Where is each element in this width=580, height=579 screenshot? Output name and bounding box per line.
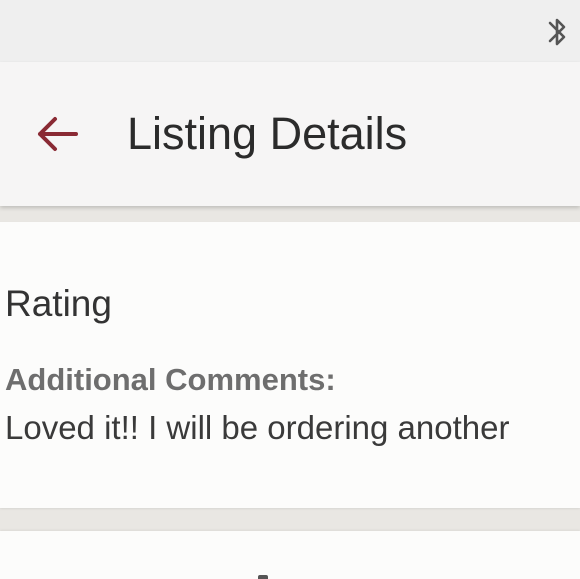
next-card (0, 531, 580, 579)
review-card: Rating Additional Comments: Loved it!! I… (0, 222, 580, 508)
comments-heading: Additional Comments: (5, 362, 336, 397)
arrow-left-icon (28, 108, 88, 160)
rating-label: Rating (5, 283, 112, 324)
partial-glyph (258, 575, 268, 579)
app-bar: Listing Details (0, 62, 580, 206)
page-title: Listing Details (127, 108, 408, 159)
bluetooth-icon (545, 14, 571, 50)
back-button[interactable] (28, 108, 88, 160)
comments-text: Loved it!! I will be ordering another (5, 409, 510, 446)
status-bar (0, 0, 580, 62)
